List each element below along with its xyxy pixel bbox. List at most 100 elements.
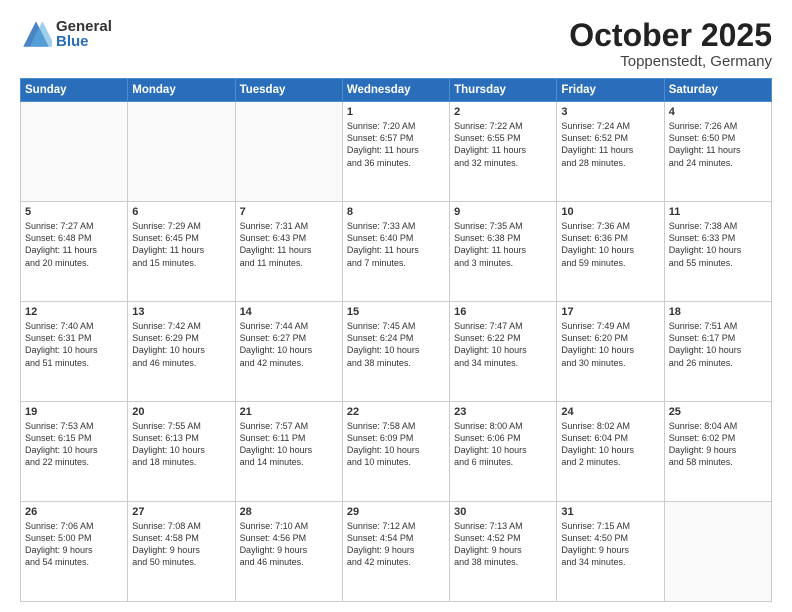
day-number: 20: [132, 406, 230, 418]
logo-general-label: General: [56, 19, 112, 34]
day-info: Sunrise: 7:49 AM Sunset: 6:20 PM Dayligh…: [561, 320, 659, 369]
calendar-cell: 3 Sunrise: 7:24 AM Sunset: 6:52 PM Daylig…: [557, 102, 664, 202]
day-number: 11: [669, 206, 767, 218]
day-number: 16: [454, 306, 552, 318]
calendar-cell: [128, 102, 235, 202]
day-info: Sunrise: 7:44 AM Sunset: 6:27 PM Dayligh…: [240, 320, 338, 369]
calendar-cell: 22 Sunrise: 7:58 AM Sunset: 6:09 PM Dayli…: [342, 402, 449, 502]
day-info: Sunrise: 7:31 AM Sunset: 6:43 PM Dayligh…: [240, 220, 338, 269]
calendar-cell: 29 Sunrise: 7:12 AM Sunset: 4:54 PM Dayli…: [342, 502, 449, 602]
calendar-cell: 26Sunrise: 7:06 AM Sunset: 5:00 PM Dayli…: [21, 502, 128, 602]
day-number: 12: [25, 306, 123, 318]
day-number: 3: [561, 106, 659, 118]
weekday-header-wednesday: Wednesday: [342, 79, 449, 102]
week-row-2: 5Sunrise: 7:27 AM Sunset: 6:48 PM Daylig…: [21, 202, 772, 302]
day-number: 27: [132, 506, 230, 518]
day-number: 4: [669, 106, 767, 118]
day-info: Sunrise: 8:02 AM Sunset: 6:04 PM Dayligh…: [561, 420, 659, 469]
day-number: 17: [561, 306, 659, 318]
day-info: Sunrise: 7:33 AM Sunset: 6:40 PM Dayligh…: [347, 220, 445, 269]
day-number: 24: [561, 406, 659, 418]
day-info: Sunrise: 7:53 AM Sunset: 6:15 PM Dayligh…: [25, 420, 123, 469]
title-block: October 2025 Toppenstedt, Germany: [569, 18, 772, 70]
day-info: Sunrise: 7:55 AM Sunset: 6:13 PM Dayligh…: [132, 420, 230, 469]
day-number: 28: [240, 506, 338, 518]
day-number: 29: [347, 506, 445, 518]
location-title: Toppenstedt, Germany: [569, 53, 772, 70]
calendar-cell: 28 Sunrise: 7:10 AM Sunset: 4:56 PM Dayli…: [235, 502, 342, 602]
calendar-cell: 13Sunrise: 7:42 AM Sunset: 6:29 PM Dayli…: [128, 302, 235, 402]
calendar-cell: 7 Sunrise: 7:31 AM Sunset: 6:43 PM Daylig…: [235, 202, 342, 302]
day-info: Sunrise: 7:22 AM Sunset: 6:55 PM Dayligh…: [454, 120, 552, 169]
day-number: 2: [454, 106, 552, 118]
calendar-cell: [664, 502, 771, 602]
logo-icon: [20, 18, 52, 50]
calendar-cell: 6 Sunrise: 7:29 AM Sunset: 6:45 PM Daylig…: [128, 202, 235, 302]
day-number: 22: [347, 406, 445, 418]
calendar-cell: 5Sunrise: 7:27 AM Sunset: 6:48 PM Daylig…: [21, 202, 128, 302]
calendar-cell: [21, 102, 128, 202]
logo: General Blue: [20, 18, 112, 50]
calendar-body: 1Sunrise: 7:20 AM Sunset: 6:57 PM Daylig…: [21, 102, 772, 602]
month-title: October 2025: [569, 18, 772, 53]
day-number: 6: [132, 206, 230, 218]
day-number: 10: [561, 206, 659, 218]
week-row-4: 19Sunrise: 7:53 AM Sunset: 6:15 PM Dayli…: [21, 402, 772, 502]
day-info: Sunrise: 7:12 AM Sunset: 4:54 PM Dayligh…: [347, 520, 445, 569]
calendar-cell: 9 Sunrise: 7:35 AM Sunset: 6:38 PM Daylig…: [450, 202, 557, 302]
calendar-cell: 30 Sunrise: 7:13 AM Sunset: 4:52 PM Dayli…: [450, 502, 557, 602]
calendar-cell: 19Sunrise: 7:53 AM Sunset: 6:15 PM Dayli…: [21, 402, 128, 502]
weekday-header-tuesday: Tuesday: [235, 79, 342, 102]
day-info: Sunrise: 7:08 AM Sunset: 4:58 PM Dayligh…: [132, 520, 230, 569]
day-number: 8: [347, 206, 445, 218]
calendar-cell: 12Sunrise: 7:40 AM Sunset: 6:31 PM Dayli…: [21, 302, 128, 402]
day-info: Sunrise: 7:29 AM Sunset: 6:45 PM Dayligh…: [132, 220, 230, 269]
day-info: Sunrise: 7:26 AM Sunset: 6:50 PM Dayligh…: [669, 120, 767, 169]
header: General Blue October 2025 Toppenstedt, G…: [20, 18, 772, 70]
day-info: Sunrise: 7:58 AM Sunset: 6:09 PM Dayligh…: [347, 420, 445, 469]
day-info: Sunrise: 8:00 AM Sunset: 6:06 PM Dayligh…: [454, 420, 552, 469]
weekday-header-monday: Monday: [128, 79, 235, 102]
logo-text: General Blue: [56, 19, 112, 49]
calendar-cell: 1Sunrise: 7:20 AM Sunset: 6:57 PM Daylig…: [342, 102, 449, 202]
calendar-cell: 18 Sunrise: 7:51 AM Sunset: 6:17 PM Dayli…: [664, 302, 771, 402]
day-number: 7: [240, 206, 338, 218]
day-number: 18: [669, 306, 767, 318]
calendar-cell: 21 Sunrise: 7:57 AM Sunset: 6:11 PM Dayli…: [235, 402, 342, 502]
day-info: Sunrise: 7:24 AM Sunset: 6:52 PM Dayligh…: [561, 120, 659, 169]
day-info: Sunrise: 7:27 AM Sunset: 6:48 PM Dayligh…: [25, 220, 123, 269]
day-number: 25: [669, 406, 767, 418]
calendar-cell: 15 Sunrise: 7:45 AM Sunset: 6:24 PM Dayli…: [342, 302, 449, 402]
calendar-header: SundayMondayTuesdayWednesdayThursdayFrid…: [21, 79, 772, 102]
calendar-cell: 20 Sunrise: 7:55 AM Sunset: 6:13 PM Dayli…: [128, 402, 235, 502]
calendar-cell: 31 Sunrise: 7:15 AM Sunset: 4:50 PM Dayli…: [557, 502, 664, 602]
calendar-cell: 10Sunrise: 7:36 AM Sunset: 6:36 PM Dayli…: [557, 202, 664, 302]
day-info: Sunrise: 7:51 AM Sunset: 6:17 PM Dayligh…: [669, 320, 767, 369]
page: General Blue October 2025 Toppenstedt, G…: [0, 0, 792, 612]
calendar-cell: 17 Sunrise: 7:49 AM Sunset: 6:20 PM Dayli…: [557, 302, 664, 402]
calendar-cell: 16Sunrise: 7:47 AM Sunset: 6:22 PM Dayli…: [450, 302, 557, 402]
calendar-cell: 24 Sunrise: 8:02 AM Sunset: 6:04 PM Dayli…: [557, 402, 664, 502]
day-number: 15: [347, 306, 445, 318]
logo-blue-label: Blue: [56, 34, 112, 49]
day-info: Sunrise: 7:42 AM Sunset: 6:29 PM Dayligh…: [132, 320, 230, 369]
day-info: Sunrise: 8:04 AM Sunset: 6:02 PM Dayligh…: [669, 420, 767, 469]
day-info: Sunrise: 7:38 AM Sunset: 6:33 PM Dayligh…: [669, 220, 767, 269]
weekday-header-sunday: Sunday: [21, 79, 128, 102]
day-info: Sunrise: 7:57 AM Sunset: 6:11 PM Dayligh…: [240, 420, 338, 469]
calendar-cell: 14Sunrise: 7:44 AM Sunset: 6:27 PM Dayli…: [235, 302, 342, 402]
day-info: Sunrise: 7:13 AM Sunset: 4:52 PM Dayligh…: [454, 520, 552, 569]
week-row-3: 12Sunrise: 7:40 AM Sunset: 6:31 PM Dayli…: [21, 302, 772, 402]
week-row-5: 26Sunrise: 7:06 AM Sunset: 5:00 PM Dayli…: [21, 502, 772, 602]
day-info: Sunrise: 7:15 AM Sunset: 4:50 PM Dayligh…: [561, 520, 659, 569]
day-number: 21: [240, 406, 338, 418]
day-number: 9: [454, 206, 552, 218]
week-row-1: 1Sunrise: 7:20 AM Sunset: 6:57 PM Daylig…: [21, 102, 772, 202]
day-info: Sunrise: 7:10 AM Sunset: 4:56 PM Dayligh…: [240, 520, 338, 569]
calendar-cell: [235, 102, 342, 202]
day-number: 31: [561, 506, 659, 518]
day-number: 30: [454, 506, 552, 518]
day-info: Sunrise: 7:45 AM Sunset: 6:24 PM Dayligh…: [347, 320, 445, 369]
weekday-header-saturday: Saturday: [664, 79, 771, 102]
day-info: Sunrise: 7:35 AM Sunset: 6:38 PM Dayligh…: [454, 220, 552, 269]
